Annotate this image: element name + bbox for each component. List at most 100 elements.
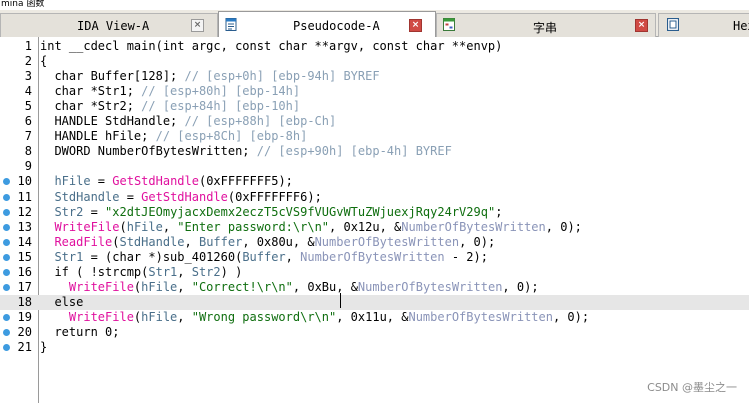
code-line[interactable]: 21} xyxy=(0,340,749,355)
code-token: DWORD NumberOfBytesWritten; xyxy=(40,144,257,159)
code-line[interactable]: 2{ xyxy=(0,54,749,69)
code-token: "Wrong password\r\n" xyxy=(191,309,337,324)
tab-pseudocode-label: Pseudocode-A xyxy=(293,19,380,33)
code-token: Str1 xyxy=(148,264,178,279)
code-token: // [esp+88h] [ebp-Ch] xyxy=(184,114,337,129)
code-token: hFile xyxy=(40,174,91,189)
breakpoint-dot-icon[interactable] xyxy=(3,283,10,291)
line-number: 13 xyxy=(17,219,32,234)
code-line[interactable]: 4 char *Str1; // [esp+80h] [ebp-14h] xyxy=(0,84,749,99)
code-token: StdHandle xyxy=(40,189,120,204)
breakpoint-dot-icon[interactable] xyxy=(3,268,10,276)
tab-pseudocode-close-icon[interactable]: × xyxy=(409,19,422,32)
breakpoint-dot-icon[interactable] xyxy=(3,178,10,186)
tab-hex-view-label: Hex xyxy=(733,19,749,33)
code-text: } xyxy=(40,340,47,355)
code-text: HANDLE hFile; // [esp+8Ch] [ebp-8h] xyxy=(40,129,307,144)
code-token: "Enter password:\r\n" xyxy=(177,219,330,234)
code-text: WriteFile(hFile, "Wrong password\r\n", 0… xyxy=(40,310,589,325)
code-token: StdHandle xyxy=(119,234,185,249)
watermark: CSDN @墨尘之一 xyxy=(647,381,737,394)
code-line[interactable]: 14 ReadFile(StdHandle, Buffer, 0x80u, &N… xyxy=(0,235,749,250)
code-line[interactable]: 12 Str2 = "x2dtJEOmyjacxDemx2eczT5cVS9fV… xyxy=(0,205,749,220)
code-token: char *Str2; xyxy=(40,99,142,114)
code-line[interactable]: 5 char *Str2; // [esp+84h] [ebp-10h] xyxy=(0,99,749,114)
breakpoint-dot-icon[interactable] xyxy=(3,253,10,261)
code-token: // [esp+0h] [ebp-94h] BYREF xyxy=(184,69,380,84)
code-line[interactable]: 10 hFile = GetStdHandle(0xFFFFFFF5); xyxy=(0,174,749,189)
code-token: WriteFile xyxy=(40,279,134,294)
code-token: NumberOfBytesWritten xyxy=(357,279,503,294)
code-line[interactable]: 7 HANDLE hFile; // [esp+8Ch] [ebp-8h] xyxy=(0,129,749,144)
code-line[interactable]: 20 return 0; xyxy=(0,325,749,340)
tab-ida-view-close-icon[interactable]: × xyxy=(191,19,204,32)
tab-ida-view-label: IDA View-A xyxy=(77,19,150,33)
code-line[interactable]: 18 else xyxy=(0,294,749,310)
code-line[interactable]: 1 int __cdecl main(int argc, const char *… xyxy=(0,39,749,54)
code-line[interactable]: 17 WriteFile(hFile, "Correct!\r\n", 0xBu… xyxy=(0,280,749,295)
code-text: WriteFile(hFile, "Enter password:\r\n", … xyxy=(40,219,581,235)
tab-strings-label: 字串 xyxy=(533,21,558,35)
code-text: else xyxy=(40,295,83,310)
breakpoint-dot-icon[interactable] xyxy=(3,238,10,246)
text-cursor xyxy=(340,293,341,308)
code-line[interactable]: 3 char Buffer[128]; // [esp+0h] [ebp-94h… xyxy=(0,69,749,84)
code-token: , xyxy=(162,219,178,234)
code-token: char Buffer[128]; xyxy=(40,69,185,84)
code-token: , 0xBu, & xyxy=(292,279,358,294)
code-line[interactable]: 6 HANDLE StdHandle; // [esp+88h] [ebp-Ch… xyxy=(0,114,749,129)
code-text: HANDLE StdHandle; // [esp+88h] [ebp-Ch] xyxy=(40,114,336,129)
tab-strings[interactable]: 字串 × xyxy=(436,13,656,37)
code-text: int __cdecl main(int argc, const char **… xyxy=(40,39,502,54)
breakpoint-dot-icon[interactable] xyxy=(3,223,10,231)
code-token: // [esp+84h] [ebp-10h] xyxy=(141,99,301,114)
breakpoint-dot-icon[interactable] xyxy=(3,313,10,321)
code-token: , xyxy=(177,309,192,324)
breakpoint-dot-icon[interactable] xyxy=(3,328,10,336)
code-token: NumberOfBytesWritten xyxy=(314,234,460,249)
code-token: HANDLE hFile; xyxy=(40,129,156,144)
code-text: StdHandle = GetStdHandle(0xFFFFFFF6); xyxy=(40,189,321,205)
code-token: GetStdHandle xyxy=(141,189,228,204)
pseudocode-editor[interactable]: 1 int __cdecl main(int argc, const char *… xyxy=(0,37,749,403)
code-token: "Correct!\r\n" xyxy=(191,279,293,294)
code-text: return 0; xyxy=(40,325,119,340)
code-line[interactable]: 11 StdHandle = GetStdHandle(0xFFFFFFF6); xyxy=(0,190,749,205)
tab-ida-view[interactable]: IDA View-A × xyxy=(0,13,218,37)
code-line[interactable]: 15 Str1 = (char *)sub_401260(Buffer, Num… xyxy=(0,250,749,265)
code-line[interactable]: 19 WriteFile(hFile, "Wrong password\r\n"… xyxy=(0,310,749,325)
code-token: WriteFile xyxy=(40,309,134,324)
code-text: Str2 = "x2dtJEOmyjacxDemx2eczT5cVS9fVUGv… xyxy=(40,205,502,220)
code-token: = (char *)sub_401260( xyxy=(83,249,243,264)
code-token: Buffer xyxy=(242,249,286,264)
line-number: 16 xyxy=(17,264,32,279)
breakpoint-dot-icon[interactable] xyxy=(3,344,10,351)
code-token: Buffer xyxy=(198,234,243,249)
tab-strings-close-icon[interactable]: × xyxy=(635,19,648,32)
breakpoint-dot-icon[interactable] xyxy=(3,193,10,201)
code-token: , xyxy=(177,279,192,294)
code-line[interactable]: 13 WriteFile(hFile, "Enter password:\r\n… xyxy=(0,220,749,235)
code-token: = xyxy=(90,174,113,189)
code-token: // [esp+8Ch] [ebp-8h] xyxy=(155,129,308,144)
code-line[interactable]: 9 xyxy=(0,159,749,174)
code-line[interactable]: 16 if ( !strcmp(Str1, Str2) ) xyxy=(0,265,749,280)
tab-hex-view[interactable]: Hex xyxy=(658,13,749,37)
line-number: 14 xyxy=(17,234,32,249)
code-token: , 0); xyxy=(552,309,590,324)
code-text: WriteFile(hFile, "Correct!\r\n", 0xBu, &… xyxy=(40,280,539,295)
line-number: 1 xyxy=(24,39,32,53)
code-token: , 0x11u, & xyxy=(336,309,409,324)
breakpoint-dot-icon[interactable] xyxy=(3,208,10,216)
code-token: WriteFile xyxy=(40,219,120,234)
code-text: if ( !strcmp(Str1, Str2) ) xyxy=(40,265,242,280)
code-token: = xyxy=(83,204,106,219)
code-token: else xyxy=(40,294,84,309)
code-line[interactable]: 8 DWORD NumberOfBytesWritten; // [esp+90… xyxy=(0,144,749,159)
tab-pseudocode[interactable]: Pseudocode-A × xyxy=(218,11,436,38)
code-text: Str1 = (char *)sub_401260(Buffer, Number… xyxy=(40,250,488,265)
code-token: return 0; xyxy=(40,324,120,339)
code-text: char *Str2; // [esp+84h] [ebp-10h] xyxy=(40,99,300,114)
code-token: , 0x12u, & xyxy=(329,219,402,234)
code-token: GetStdHandle xyxy=(112,174,199,189)
